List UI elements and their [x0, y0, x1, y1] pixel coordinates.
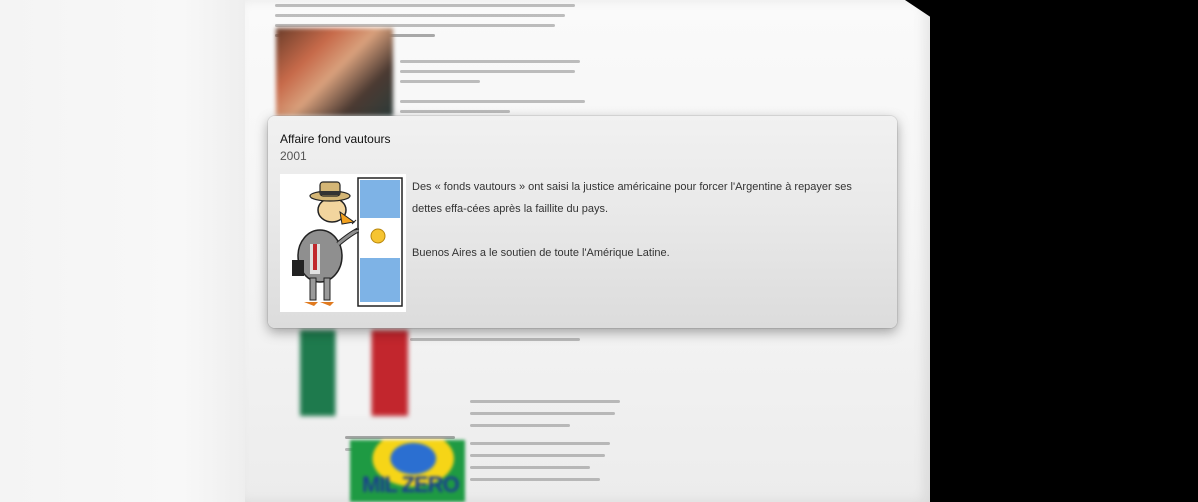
vulture-cartoon-image[interactable] — [280, 174, 406, 312]
bg-text-line — [470, 478, 600, 481]
bg-text-line — [275, 4, 575, 7]
bg-text-line — [345, 436, 455, 439]
left-blurred-panel — [0, 0, 260, 502]
brazil-banner-text: MIL ZERO — [362, 472, 460, 497]
bg-text-line — [410, 338, 580, 341]
bg-text-line — [275, 14, 565, 17]
mexico-flag-thumbnail[interactable] — [300, 330, 408, 416]
bg-text-line — [400, 70, 575, 73]
city-photo-thumbnail[interactable] — [276, 28, 393, 116]
bg-text-line — [275, 24, 555, 27]
bg-text-line — [400, 80, 480, 83]
popup-paragraph: Des « fonds vautours » ont saisi la just… — [412, 181, 852, 215]
bg-text-line — [400, 60, 580, 63]
bg-text-line — [400, 110, 510, 113]
vulture-cartoon-icon — [280, 174, 406, 312]
bg-text-line — [470, 412, 615, 415]
bg-text-line — [470, 442, 610, 445]
popup-year: 2001 — [280, 149, 307, 163]
bg-text-line — [470, 424, 570, 427]
event-popup-card[interactable]: Affaire fond vautours 2001 Des « fonds v… — [268, 116, 897, 328]
bg-text-line — [470, 400, 620, 403]
bg-text-line — [470, 466, 590, 469]
timeline-viewer: MIL ZERO Affaire fond vautours 2001 Des … — [0, 0, 1198, 502]
popup-description: Des « fonds vautours » ont saisi la just… — [412, 176, 882, 286]
bg-text-line — [470, 454, 605, 457]
popup-title: Affaire fond vautours — [280, 132, 391, 146]
popup-paragraph: Buenos Aires a le soutien de toute l'Amé… — [412, 247, 670, 259]
bg-text-line — [400, 100, 585, 103]
brazil-banner-thumbnail[interactable]: MIL ZERO — [350, 440, 465, 502]
